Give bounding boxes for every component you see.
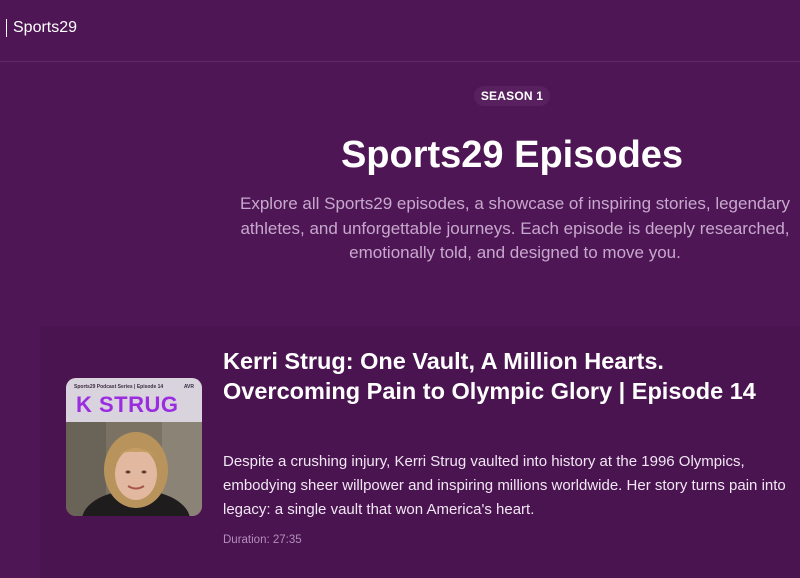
athlete-portrait-image (66, 422, 202, 516)
brand-name: Sports29 (13, 19, 78, 36)
intro-text: Explore all Sports29 episodes, a showcas… (210, 192, 800, 266)
season-badge: SEASON 1 (474, 86, 550, 106)
intro-line: athletes, and unforgettable journeys. Ea… (240, 218, 790, 238)
thumbnail-tag: AVR (183, 384, 194, 390)
thumbnail-series-text: Sports29 Podcast Series | Episode 14 (74, 384, 164, 390)
top-navbar: Sports29 (0, 0, 800, 62)
thumbnail-name: K STRUG (76, 392, 179, 417)
brand-link[interactable]: Sports29 (6, 19, 77, 37)
episode-duration: Duration: 27:35 (223, 534, 302, 546)
page-title: Sports29 Episodes (340, 134, 684, 176)
episode-title-link[interactable]: Kerri Strug: One Vault, A Million Hearts… (223, 346, 793, 406)
thumbnail-header: Sports29 Podcast Series | Episode 14 AVR… (66, 378, 202, 422)
episode-description: Despite a crushing injury, Kerri Strug v… (223, 453, 786, 518)
brand-divider (6, 19, 7, 37)
episode-thumbnail[interactable]: Sports29 Podcast Series | Episode 14 AVR… (66, 378, 202, 516)
intro-line: emotionally told, and designed to move y… (349, 243, 681, 262)
intro-line: Explore all Sports29 episodes, a showcas… (240, 194, 790, 213)
